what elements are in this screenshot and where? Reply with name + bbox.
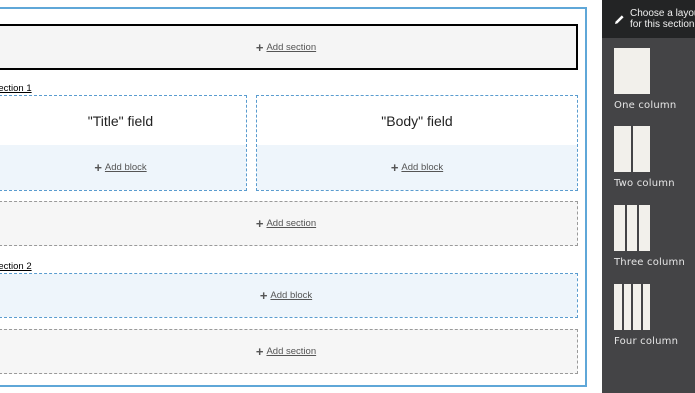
three-column-layout-icon [614, 205, 695, 251]
section-2-region: + Add block [0, 273, 578, 318]
layout-canvas: + Add section Section 1 "Title" field + … [0, 7, 587, 387]
plus-icon: + [259, 288, 268, 303]
layout-chooser-sidebar: Choose a layout for this section One col… [602, 0, 695, 393]
add-section-link[interactable]: Add section [266, 218, 316, 229]
add-block-button[interactable]: + Add block [0, 274, 577, 317]
add-block-button[interactable]: + Add block [0, 145, 246, 190]
layout-option-label: Two column [614, 178, 675, 189]
plus-icon: + [390, 160, 399, 175]
add-block-link[interactable]: Add block [105, 162, 147, 173]
layout-option-four-column[interactable]: Four column [614, 284, 695, 347]
add-section-button[interactable]: + Add section [0, 201, 578, 246]
add-block-button[interactable]: + Add block [257, 145, 577, 190]
plus-icon: + [94, 160, 102, 175]
add-section-top-button[interactable]: + Add section [0, 24, 578, 70]
section-1-first-region: "Title" field + Add block [0, 95, 247, 191]
layout-option-label: Three column [614, 257, 686, 268]
layout-option-label: One column [614, 100, 677, 111]
body-field-block[interactable]: "Body" field [257, 96, 577, 146]
pencil-icon [614, 12, 625, 30]
plus-icon: + [255, 344, 264, 359]
plus-icon: + [255, 39, 264, 55]
add-block-link[interactable]: Add block [270, 290, 312, 301]
layout-builder: + Add section Section 1 "Title" field + … [0, 0, 695, 393]
title-field-block[interactable]: "Title" field [0, 96, 246, 146]
two-column-layout-icon [614, 126, 695, 172]
one-column-layout-icon [614, 48, 695, 94]
sidebar-title: Choose a layout for this section [630, 8, 695, 30]
layout-option-label: Four column [614, 336, 679, 347]
layout-option-one-column[interactable]: One column [614, 48, 695, 111]
section-1-configure-link[interactable]: Section 1 [0, 83, 32, 94]
plus-icon: + [255, 216, 264, 231]
four-column-layout-icon [614, 284, 695, 330]
layout-option-two-column[interactable]: Two column [614, 126, 695, 189]
add-section-link[interactable]: Add section [266, 346, 316, 357]
section-2-configure-link[interactable]: Section 2 [0, 261, 32, 272]
section-1-second-region: "Body" field + Add block [256, 95, 578, 191]
add-section-link[interactable]: Add section [266, 42, 316, 53]
layout-option-three-column[interactable]: Three column [614, 205, 695, 268]
add-block-link[interactable]: Add block [401, 162, 443, 173]
sidebar-header: Choose a layout for this section [602, 0, 695, 38]
add-section-bottom-button[interactable]: + Add section [0, 329, 578, 374]
